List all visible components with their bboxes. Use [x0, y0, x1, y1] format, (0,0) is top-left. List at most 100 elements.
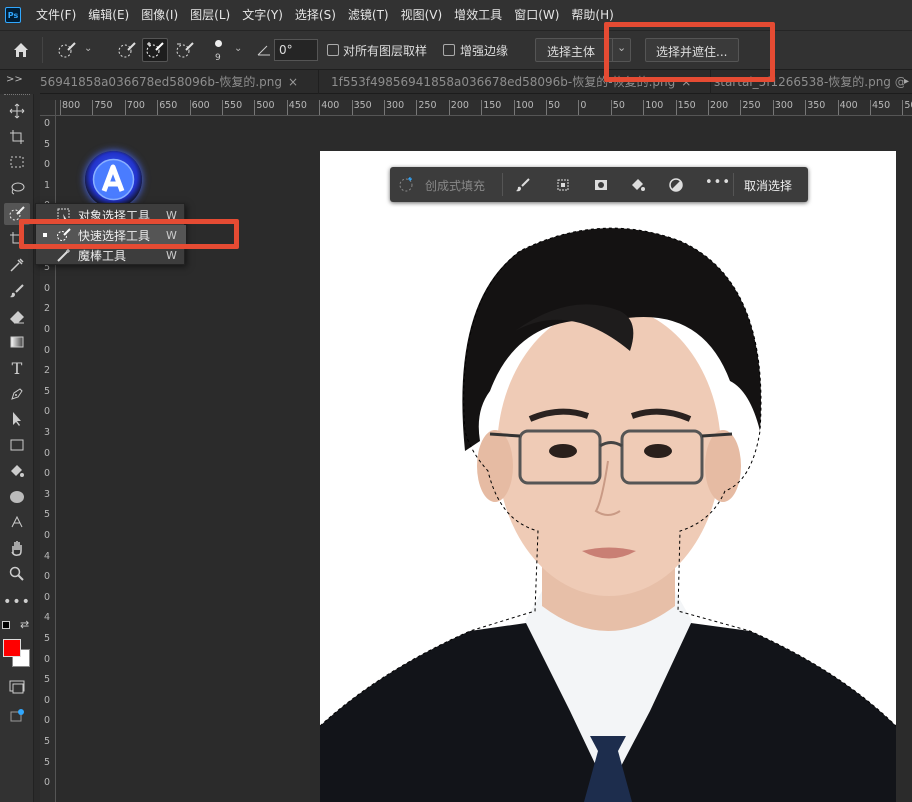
home-icon[interactable] [10, 39, 32, 61]
subtract-from-selection-icon[interactable] [172, 39, 198, 61]
screen-mode-icon[interactable] [4, 704, 30, 726]
ruler-label: 0 [44, 324, 51, 335]
move-icon[interactable] [4, 100, 30, 122]
adjustment-icon[interactable] [666, 175, 686, 195]
ruler-tick [92, 100, 94, 115]
tab-close-icon[interactable]: × [288, 75, 298, 89]
menu-plugins[interactable]: 增效工具 [448, 0, 508, 30]
tab-document-1[interactable]: 56941858a036678ed58096b-恢复的.png × [40, 70, 319, 94]
ruler-tick [351, 100, 353, 115]
sample-all-layers-checkbox[interactable] [327, 44, 339, 56]
divider [733, 173, 734, 196]
lasso-icon[interactable] [4, 177, 30, 199]
menu-image[interactable]: 图像(I) [135, 0, 184, 30]
more-icon[interactable]: ••• [3, 591, 30, 613]
ruler-horizontal: 800 750 700 650 600 550 500 450 400 350 300 250 200 1… [56, 100, 912, 116]
menu-window[interactable]: 窗口(W) [508, 0, 565, 30]
ruler-label: 250 [742, 100, 761, 111]
deselect-button[interactable]: 取消选择 [744, 177, 792, 194]
ruler-tick [319, 100, 321, 115]
chevron-down-icon[interactable]: ⌄ [84, 43, 92, 54]
ruler-label: 0 [44, 571, 51, 583]
tool-preset-icon[interactable] [54, 39, 80, 61]
ruler-label: 0 [44, 344, 51, 356]
rectangle-icon[interactable] [4, 434, 30, 456]
artboard-icon[interactable] [4, 126, 30, 148]
ruler-label: 0 [44, 694, 51, 706]
document-canvas[interactable] [320, 151, 896, 802]
ruler-tick [481, 100, 483, 115]
default-colors-icon[interactable] [2, 621, 10, 629]
puppet-icon[interactable] [4, 511, 30, 533]
divider [502, 173, 503, 196]
ruler-tick [610, 100, 612, 115]
quick-mask-icon[interactable] [4, 676, 30, 698]
fill-icon[interactable] [628, 175, 648, 195]
menu-filter[interactable]: 滤镜(T) [342, 0, 395, 30]
ruler-label: 0 [44, 715, 51, 727]
ruler-tick [675, 100, 677, 115]
brush-icon[interactable] [4, 280, 30, 302]
ruler-tick [286, 100, 288, 115]
gradient-icon[interactable] [4, 331, 30, 353]
hand-icon[interactable] [4, 537, 30, 559]
tools-panel: T ••• ⇄ [0, 94, 34, 802]
ruler-label: 400 [321, 100, 340, 111]
generative-fill-button[interactable]: 创成式填充 [425, 177, 485, 194]
text-icon[interactable]: T [4, 357, 30, 379]
marquee-icon[interactable] [4, 151, 30, 173]
add-to-selection-icon[interactable] [142, 38, 168, 62]
path-select-icon[interactable] [4, 408, 30, 430]
ruler-label: 150 [483, 100, 502, 111]
menu-type[interactable]: 文字(Y) [236, 0, 289, 30]
flyout-item-label: 魔棒工具 [78, 248, 127, 263]
ruler-tick [546, 100, 547, 115]
angle-input[interactable]: 0° [274, 39, 318, 61]
zoom-icon[interactable] [4, 563, 30, 585]
ellipse-icon[interactable] [4, 486, 30, 508]
ruler-label: 0 [44, 530, 51, 541]
menu-edit[interactable]: 编辑(E) [82, 0, 135, 30]
paint-bucket-icon[interactable] [4, 460, 30, 482]
enhance-edge-checkbox[interactable] [443, 44, 455, 56]
ruler-tick [643, 100, 645, 115]
startai-logo[interactable] [85, 151, 142, 208]
ruler-label: 200 [450, 100, 469, 111]
brush-chevron-down-icon[interactable]: ⌄ [234, 43, 242, 54]
highlight-box-select-and-mask [604, 22, 775, 82]
brush-selection-icon[interactable] [513, 175, 533, 195]
flyout-item-shortcut: W [166, 248, 177, 262]
menu-file[interactable]: 文件(F) [30, 0, 82, 30]
menu-select[interactable]: 选择(S) [289, 0, 342, 30]
ruler-tick [870, 100, 871, 115]
ruler-tick [254, 100, 256, 115]
ruler-label: 5 [44, 385, 51, 397]
ruler-label: 100 [515, 100, 534, 111]
new-selection-icon[interactable] [114, 39, 140, 61]
ruler-tick [740, 100, 742, 115]
ruler-label: 5 [44, 756, 51, 768]
brush-tip-icon[interactable] [215, 40, 222, 47]
swap-colors-icon[interactable]: ⇄ [20, 618, 29, 631]
eyedropper-icon[interactable] [4, 254, 30, 276]
ruler-label: 700 [126, 100, 145, 111]
tab-overflow-icon[interactable]: ▸ [904, 70, 912, 94]
eraser-icon[interactable] [4, 306, 30, 328]
document-tabs: 56941858a036678ed58096b-恢复的.png × 1f553f4… [40, 70, 912, 94]
transform-selection-icon[interactable] [553, 175, 573, 195]
panel-collapse-icon[interactable]: >> [0, 70, 40, 94]
pen-icon[interactable] [4, 383, 30, 405]
tab-label: 56941858a036678ed58096b-恢复的.png [40, 75, 283, 89]
menu-layer[interactable]: 图层(L) [184, 0, 236, 30]
ruler-tick [124, 100, 126, 115]
mask-icon[interactable] [591, 175, 611, 195]
ruler-tick [708, 100, 709, 115]
foreground-color-swatch[interactable] [3, 639, 21, 657]
ruler-label: 500 [256, 100, 275, 111]
menu-view[interactable]: 视图(V) [395, 0, 449, 30]
ruler-label: 350 [353, 100, 372, 111]
sample-all-layers-label: 对所有图层取样 [343, 44, 428, 58]
menu-bar: Ps 文件(F) 编辑(E) 图像(I) 图层(L) 文字(Y) 选择(S) 滤… [0, 0, 912, 30]
more-options-icon[interactable]: ••• [705, 175, 731, 190]
ruler-label: 0 [44, 282, 51, 294]
